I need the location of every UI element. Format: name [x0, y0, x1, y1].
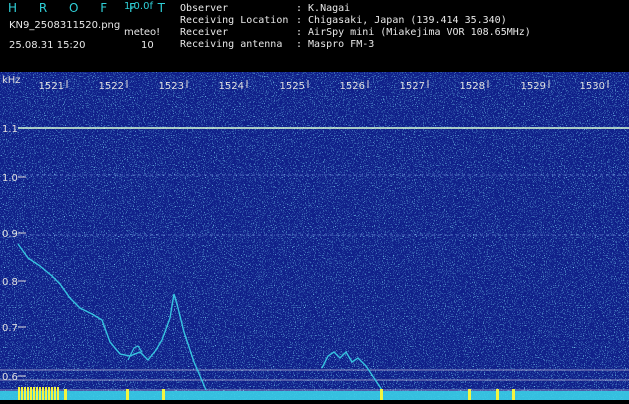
noise-layer [0, 72, 629, 400]
app-version: 1.0.0f [124, 1, 153, 12]
y-tick-label: 0.6 [2, 372, 18, 383]
bottom-marker [45, 387, 47, 400]
bottom-marker [42, 387, 44, 400]
bottom-marker [57, 387, 59, 400]
bottom-marker [51, 387, 53, 400]
bottom-marker [54, 387, 56, 400]
bottom-marker [27, 387, 29, 400]
y-tick-label: 0.9 [2, 229, 18, 240]
bottom-marker [36, 387, 38, 400]
info-value-receiver: : AirSpy mini (Miakejima VOR 108.65MHz) [296, 27, 531, 38]
x-tick-label: 1521 [39, 81, 64, 92]
meteor-count-value: 10 [141, 40, 154, 51]
meteor-count-label: meteo! [124, 27, 161, 38]
bottom-marker [18, 387, 20, 400]
bottom-marker [496, 389, 499, 400]
info-value-antenna: : Maspro FM-3 [296, 39, 375, 50]
bottom-marker [126, 389, 129, 400]
bottom-marker [512, 389, 515, 400]
info-label-observer: Observer [180, 3, 229, 14]
x-tick-label: 1523 [159, 81, 184, 92]
bottom-marker [468, 389, 471, 400]
y-tick-label: 1.1 [2, 124, 18, 135]
info-label-antenna: Receiving antenna [180, 39, 283, 50]
x-tick-label: 1527 [400, 81, 425, 92]
bottom-marker [48, 387, 50, 400]
y-tick-label: 0.7 [2, 323, 18, 334]
x-tick-label: 1529 [521, 81, 546, 92]
header-panel: H R O F F T 1.0.0f KN9_2508311520.png 25… [0, 0, 629, 72]
y-tick-label: 1.0 [2, 173, 18, 184]
y-tick-label: 0.8 [2, 277, 18, 288]
bottom-marker [30, 387, 32, 400]
bottom-marker [380, 389, 383, 400]
bottom-marker [64, 389, 67, 400]
bottom-marker [33, 387, 35, 400]
info-label-receiver: Receiver [180, 27, 229, 38]
x-tick-label: 1526 [340, 81, 365, 92]
bottom-marker [39, 387, 41, 400]
bottom-band [0, 391, 629, 400]
y-axis-unit: kHz [2, 75, 21, 86]
info-value-observer: : K.Nagai [296, 3, 351, 14]
x-tick-label: 1522 [99, 81, 124, 92]
bottom-marker [162, 389, 165, 400]
x-tick-label: 1528 [460, 81, 485, 92]
bottom-marker [21, 387, 23, 400]
x-tick-label: 1524 [219, 81, 244, 92]
x-tick-label: 1530 [580, 81, 605, 92]
info-value-location: : Chigasaki, Japan (139.414 35.340) [296, 15, 507, 26]
capture-datetime: 25.08.31 15:20 [9, 40, 86, 51]
spectrogram-panel: kHz 1521 1522 1523 1524 1525 1526 1527 1528 1529 1… [0, 72, 629, 400]
spectrogram: kHz 1521 1522 1523 1524 1525 1526 1527 1528 1529 1… [0, 72, 629, 400]
image-filename: KN9_2508311520.png [9, 20, 121, 31]
info-label-location: Receiving Location [180, 15, 289, 26]
bottom-marker [24, 387, 26, 400]
x-tick-label: 1525 [280, 81, 305, 92]
